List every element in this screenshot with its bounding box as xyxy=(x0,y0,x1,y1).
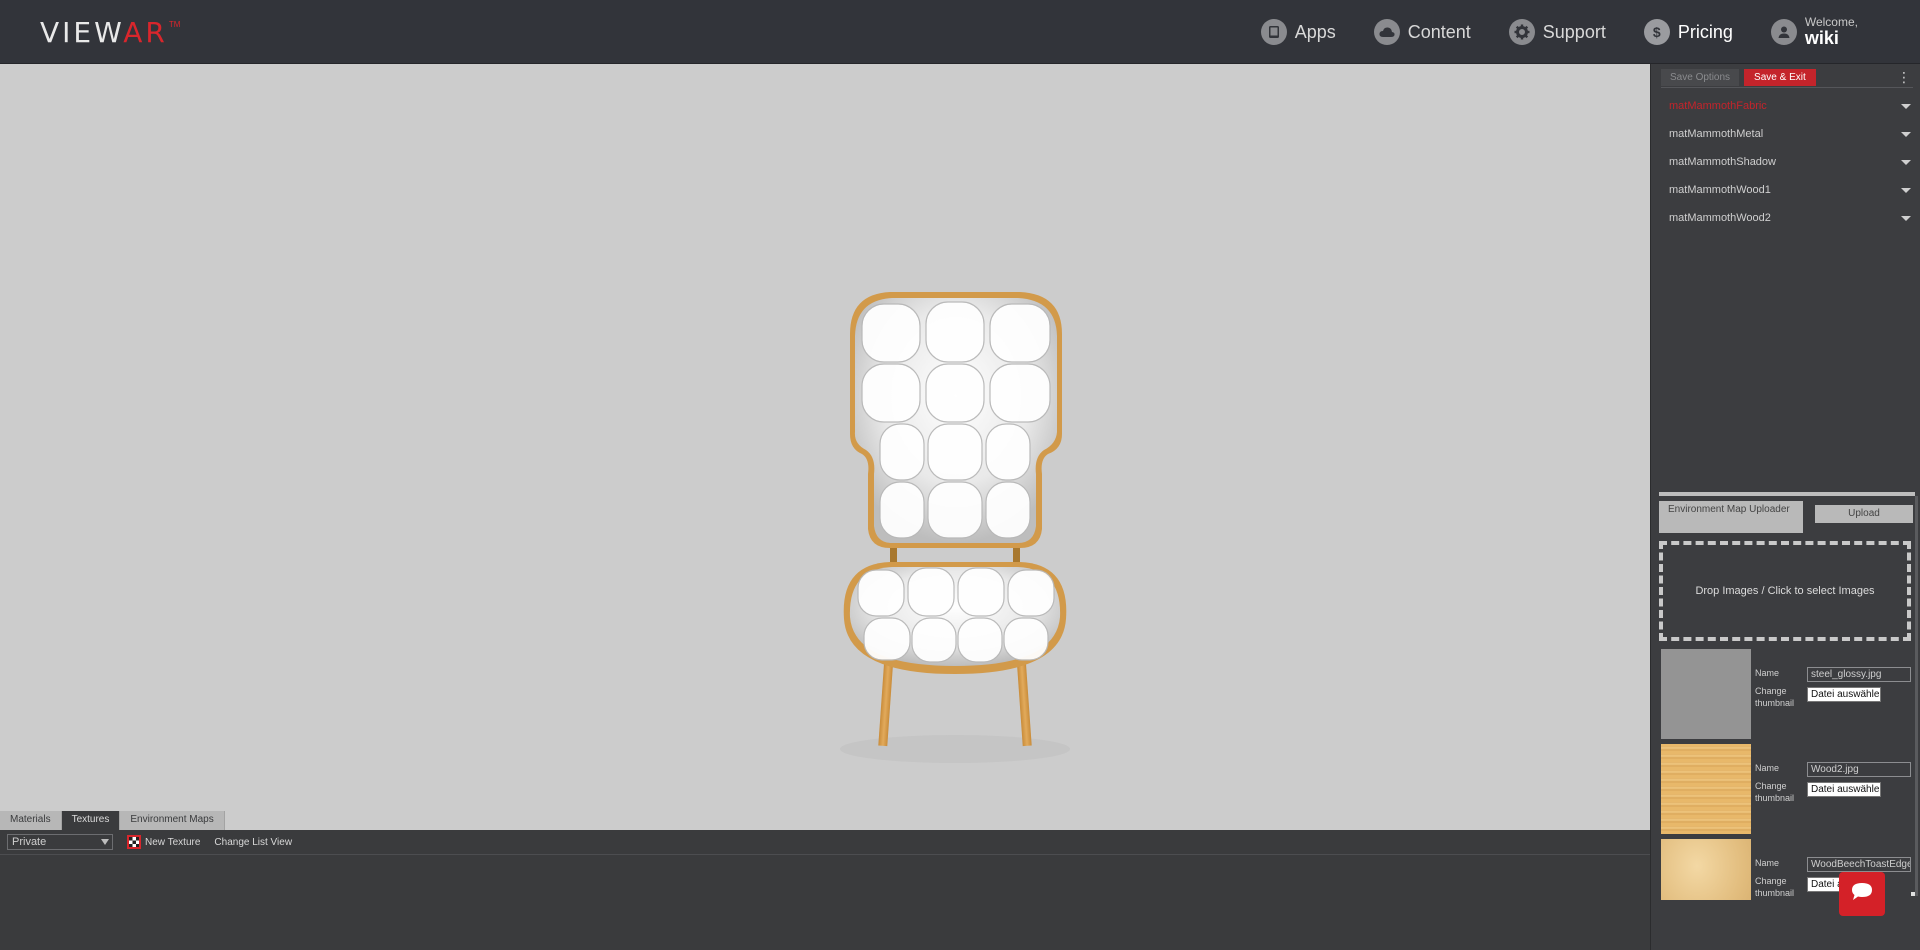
tablet-icon xyxy=(1260,19,1287,45)
material-item[interactable]: matMammothShadow xyxy=(1661,148,1913,176)
caret-down-icon xyxy=(1901,103,1911,109)
welcome-text: Welcome, wiki xyxy=(1804,14,1858,49)
choose-file-button[interactable]: Datei auswählen xyxy=(1807,782,1881,797)
dollar-icon: $ xyxy=(1643,19,1670,45)
3d-viewport[interactable] xyxy=(0,64,1650,830)
save-exit-button[interactable]: Save & Exit xyxy=(1744,69,1816,86)
nav-content-label: Content xyxy=(1407,21,1471,42)
save-options-button[interactable]: Save Options xyxy=(1661,69,1740,86)
resize-handle[interactable] xyxy=(1911,892,1915,896)
chat-bubble-icon xyxy=(1850,881,1874,908)
name-label: Name xyxy=(1755,763,1780,773)
material-label: matMammothWood1 xyxy=(1669,184,1771,196)
bottom-tabs: Materials Textures Environment Maps xyxy=(0,811,225,830)
nav-support[interactable]: Support xyxy=(1508,19,1606,45)
env-uploader-title: Environment Map Uploader xyxy=(1659,501,1803,533)
caret-down-icon xyxy=(1901,159,1911,165)
name-label: Name xyxy=(1755,858,1780,868)
tab-textures[interactable]: Textures xyxy=(61,811,121,830)
logo-text: VIEWAR xyxy=(40,16,168,49)
change-list-view-button[interactable]: Change List View xyxy=(214,837,292,848)
texture-item: Name Wood2.jpg Change thumbnail Datei au… xyxy=(1661,744,1913,838)
nav-pricing[interactable]: $ Pricing xyxy=(1643,19,1733,45)
nav-apps[interactable]: Apps xyxy=(1260,19,1336,45)
texture-thumbnail xyxy=(1661,649,1751,739)
bottom-panel: Private New Texture Change List View xyxy=(0,830,1650,950)
nav-content[interactable]: Content xyxy=(1373,19,1471,45)
change-thumbnail-label: Change thumbnail xyxy=(1755,686,1795,708)
material-label: matMammothWood2 xyxy=(1669,212,1771,224)
texture-toolbar: Private New Texture Change List View xyxy=(0,830,1650,855)
texture-name-input[interactable]: Wood2.jpg xyxy=(1807,762,1911,777)
material-item[interactable]: matMammothMetal xyxy=(1661,120,1913,148)
right-panel: Save Options Save & Exit ⋮ matMammothFab… xyxy=(1650,64,1920,950)
tab-materials[interactable]: Materials xyxy=(0,811,62,830)
more-vertical-icon[interactable]: ⋮ xyxy=(1897,70,1911,84)
choose-file-button[interactable]: Datei auswählen xyxy=(1807,687,1881,702)
texture-name-input[interactable]: steel_glossy.jpg xyxy=(1807,667,1911,682)
new-texture-label: New Texture xyxy=(145,836,201,848)
texture-thumbnail xyxy=(1661,839,1751,900)
user-menu[interactable]: Welcome, wiki xyxy=(1770,14,1858,49)
material-label: matMammothFabric xyxy=(1669,100,1767,112)
nav-apps-label: Apps xyxy=(1294,21,1336,42)
change-thumbnail-label: Change thumbnail xyxy=(1755,781,1795,803)
material-item[interactable]: matMammothWood1 xyxy=(1661,176,1913,204)
environment-map-uploader: Environment Map Uploader Upload Drop Ima… xyxy=(1659,492,1915,900)
viewar-logo[interactable]: VIEWAR TM xyxy=(40,18,180,48)
image-dropzone[interactable]: Drop Images / Click to select Images xyxy=(1659,541,1911,641)
cloud-icon xyxy=(1373,19,1400,45)
change-thumbnail-label: Change thumbnail xyxy=(1755,876,1795,898)
caret-down-icon xyxy=(1901,187,1911,193)
material-item[interactable]: matMammothWood2 xyxy=(1661,204,1913,232)
checkerboard-icon xyxy=(127,835,141,849)
logo-trademark: TM xyxy=(168,20,181,29)
main-nav: Apps Content Support $ Pricing Welcome, … xyxy=(1260,0,1920,64)
top-header: VIEWAR TM Apps Content Support $ Pricing xyxy=(0,0,1920,64)
name-label: Name xyxy=(1755,668,1780,678)
username: wiki xyxy=(1804,27,1839,48)
texture-item: Name steel_glossy.jpg Change thumbnail D… xyxy=(1661,649,1913,743)
material-item[interactable]: matMammothFabric xyxy=(1661,92,1913,120)
new-texture-button[interactable]: New Texture xyxy=(127,835,200,849)
tab-environment-maps[interactable]: Environment Maps xyxy=(120,811,225,830)
gear-icon xyxy=(1508,19,1535,45)
texture-name-input[interactable]: WoodBeechToastEdge xyxy=(1807,857,1911,872)
material-label: matMammothShadow xyxy=(1669,156,1776,168)
user-icon xyxy=(1770,18,1797,45)
material-list: matMammothFabric matMammothMetal matMamm… xyxy=(1661,92,1913,232)
visibility-select[interactable]: Private xyxy=(7,834,113,850)
upload-button[interactable]: Upload xyxy=(1815,505,1913,523)
texture-fields: Name steel_glossy.jpg Change thumbnail D… xyxy=(1755,667,1915,712)
texture-fields: Name Wood2.jpg Change thumbnail Datei au… xyxy=(1755,762,1915,807)
material-label: matMammothMetal xyxy=(1669,128,1764,140)
panel-scrollbar[interactable] xyxy=(1915,496,1918,896)
nav-pricing-label: Pricing xyxy=(1677,21,1733,42)
texture-thumbnail xyxy=(1661,744,1751,834)
save-bar: Save Options Save & Exit ⋮ xyxy=(1661,68,1913,88)
chevron-down-icon xyxy=(101,839,109,845)
caret-down-icon xyxy=(1901,131,1911,137)
nav-support-label: Support xyxy=(1542,21,1606,42)
caret-down-icon xyxy=(1901,215,1911,221)
chat-button[interactable] xyxy=(1839,872,1885,916)
visibility-value: Private xyxy=(12,836,47,848)
texture-fields: Name WoodBeechToastEdge Change thumbnail… xyxy=(1755,857,1915,900)
chair-model xyxy=(840,292,1070,763)
welcome-label: Welcome, xyxy=(1804,14,1858,29)
